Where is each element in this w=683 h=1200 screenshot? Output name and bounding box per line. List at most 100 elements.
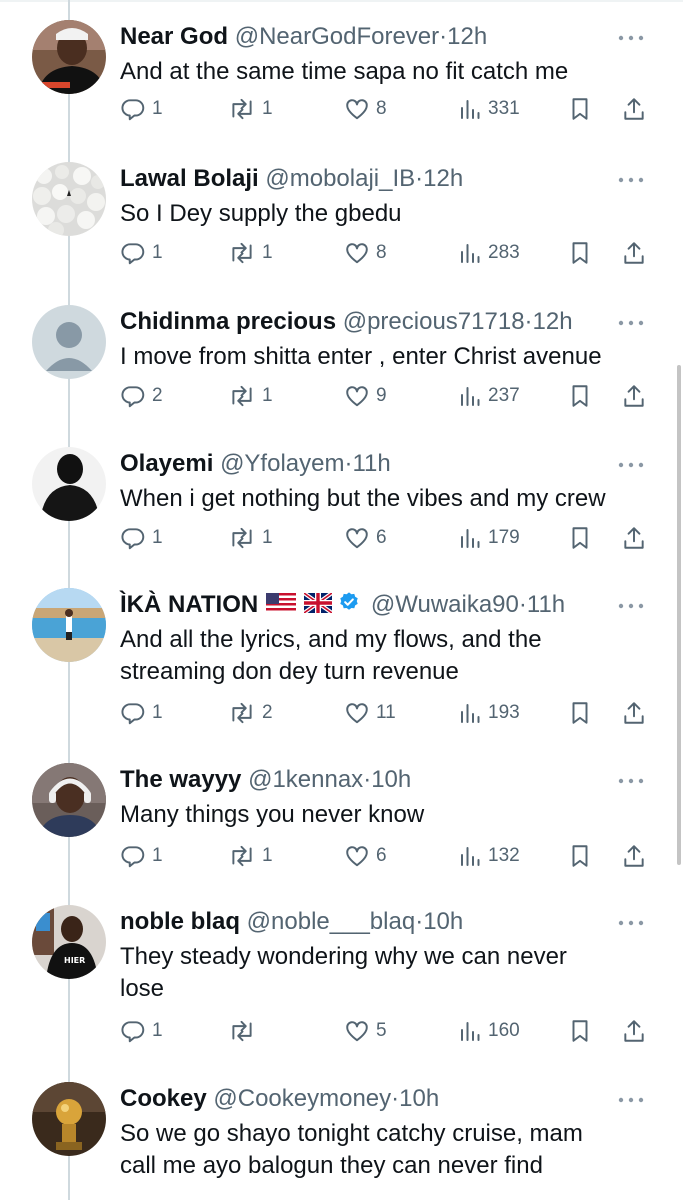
tweet-header: ÌKÀ NATION @Wuwaika90·11h	[120, 588, 643, 622]
separator-dot: ·	[518, 591, 527, 618]
display-name[interactable]: Olayemi	[120, 450, 213, 477]
tweet-text-line: I move from shitta enter , enter Christ …	[120, 343, 602, 370]
retweet-button[interactable]: 1	[228, 94, 273, 124]
user-handle[interactable]: @NearGodForever	[235, 23, 439, 50]
views-button[interactable]: 237	[458, 381, 520, 411]
display-name[interactable]: Lawal Bolaji	[120, 165, 259, 192]
avatar[interactable]	[32, 1082, 106, 1156]
view-count: 331	[488, 98, 520, 119]
verified-badge-icon[interactable]	[338, 589, 360, 623]
reply-count: 1	[152, 845, 163, 866]
like-button[interactable]: 6	[344, 523, 387, 553]
like-count: 8	[376, 98, 387, 119]
avatar[interactable]	[32, 588, 106, 662]
reply-count: 1	[152, 242, 163, 263]
more-options-icon[interactable]	[617, 602, 645, 610]
user-handle[interactable]: @mobolaji_IB	[265, 165, 415, 192]
timestamp[interactable]: 12h	[533, 308, 573, 335]
reply-button[interactable]: 1	[120, 94, 163, 124]
more-options-icon[interactable]	[617, 319, 645, 327]
like-button[interactable]: 8	[344, 238, 387, 268]
views-button[interactable]: 132	[458, 841, 520, 871]
display-name[interactable]: Near God	[120, 23, 228, 50]
bookmark-button[interactable]	[568, 1016, 592, 1046]
views-icon	[461, 244, 480, 263]
share-button[interactable]	[622, 94, 646, 124]
user-handle[interactable]: @precious71718	[343, 308, 525, 335]
views-button[interactable]: 283	[458, 238, 520, 268]
share-button[interactable]	[622, 698, 646, 728]
separator-dot: ·	[439, 23, 448, 50]
views-icon	[461, 1022, 480, 1041]
bookmark-button[interactable]	[568, 94, 592, 124]
views-button[interactable]: 179	[458, 523, 520, 553]
retweet-button[interactable]: 1	[228, 381, 273, 411]
bookmark-button[interactable]	[568, 381, 592, 411]
default-avatar-icon	[32, 305, 106, 379]
timestamp[interactable]: 10h	[423, 908, 463, 935]
like-button[interactable]: 9	[344, 381, 387, 411]
like-button[interactable]: 6	[344, 841, 387, 871]
more-options-icon[interactable]	[617, 176, 645, 184]
more-options-icon[interactable]	[617, 34, 645, 42]
timestamp[interactable]: 12h	[447, 23, 487, 50]
like-button[interactable]: 5	[344, 1016, 387, 1046]
retweet-button[interactable]: 1	[228, 238, 273, 268]
display-name[interactable]: noble blaq	[120, 908, 240, 935]
avatar[interactable]: HIER	[32, 905, 106, 979]
avatar[interactable]	[32, 20, 106, 94]
retweet-button[interactable]: 1	[228, 523, 273, 553]
timestamp[interactable]: 12h	[423, 165, 463, 192]
more-options-icon[interactable]	[617, 919, 645, 927]
like-button[interactable]: 11	[344, 698, 396, 728]
reply-button[interactable]: 1	[120, 523, 163, 553]
avatar[interactable]	[32, 305, 106, 379]
share-button[interactable]	[622, 1016, 646, 1046]
timestamp[interactable]: 11h	[527, 591, 565, 618]
more-options-icon[interactable]	[617, 461, 645, 469]
tweet-header: The wayyy @1kennax·10h	[120, 763, 643, 797]
display-name[interactable]: ÌKÀ NATION	[120, 591, 258, 618]
reply-button[interactable]: 1	[120, 841, 163, 871]
display-name[interactable]: Chidinma precious	[120, 308, 336, 335]
avatar[interactable]	[32, 447, 106, 521]
retweet-button[interactable]: 1	[228, 841, 273, 871]
reply-icon	[121, 99, 145, 121]
more-options-icon[interactable]	[617, 777, 645, 785]
share-button[interactable]	[622, 238, 646, 268]
share-button[interactable]	[622, 841, 646, 871]
heart-icon	[346, 243, 368, 264]
retweet-button[interactable]	[228, 1016, 262, 1046]
user-handle[interactable]: @Yfolayem	[220, 450, 344, 477]
timestamp[interactable]: 11h	[352, 450, 390, 477]
share-button[interactable]	[622, 381, 646, 411]
separator-dot: ·	[415, 165, 424, 192]
bookmark-button[interactable]	[568, 841, 592, 871]
timestamp[interactable]: 10h	[399, 1085, 439, 1112]
display-name[interactable]: The wayyy	[120, 766, 241, 793]
user-handle[interactable]: @1kennax	[248, 766, 363, 793]
display-name[interactable]: Cookey	[120, 1085, 207, 1112]
reply-button[interactable]: 2	[120, 381, 163, 411]
scrollbar[interactable]	[677, 365, 681, 865]
user-handle[interactable]: @Cookeymoney	[213, 1085, 391, 1112]
avatar[interactable]	[32, 763, 106, 837]
retweet-button[interactable]: 2	[228, 698, 273, 728]
bookmark-button[interactable]	[568, 698, 592, 728]
user-handle[interactable]: @noble___blaq	[247, 908, 416, 935]
views-button[interactable]: 160	[458, 1016, 520, 1046]
avatar[interactable]	[32, 162, 106, 236]
user-handle[interactable]: @Wuwaika90	[371, 591, 519, 618]
reply-button[interactable]: 1	[120, 698, 163, 728]
reply-button[interactable]: 1	[120, 238, 163, 268]
reply-button[interactable]: 1	[120, 1016, 163, 1046]
tweet-text-line: call me ayo balogun they can never find	[120, 1152, 543, 1179]
bookmark-button[interactable]	[568, 523, 592, 553]
timestamp[interactable]: 10h	[371, 766, 411, 793]
more-options-icon[interactable]	[617, 1096, 645, 1104]
share-button[interactable]	[622, 523, 646, 553]
like-button[interactable]: 8	[344, 94, 387, 124]
bookmark-button[interactable]	[568, 238, 592, 268]
views-button[interactable]: 331	[458, 94, 520, 124]
views-button[interactable]: 193	[458, 698, 520, 728]
